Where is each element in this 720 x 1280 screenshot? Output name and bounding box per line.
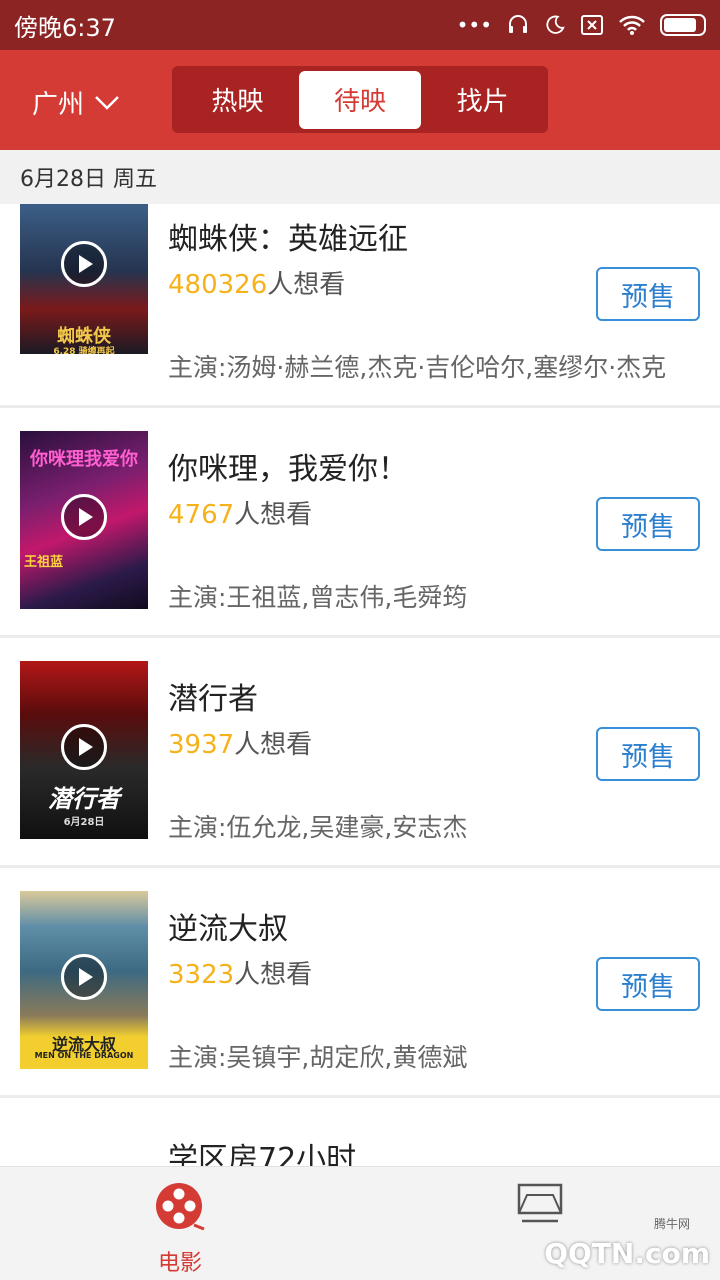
want-to-see: 480326人想看 <box>168 264 345 301</box>
movie-row[interactable]: 你咪理我爱你 王祖蓝 你咪理，我爱你！ 4767人想看 主演:王祖蓝,曾志伟,毛… <box>0 408 720 638</box>
play-icon[interactable] <box>61 954 107 1000</box>
movie-poster[interactable]: 你咪理我爱你 王祖蓝 <box>20 431 148 609</box>
poster-date-text: 王祖蓝 <box>24 555 64 570</box>
movie-cast: 主演:伍允龙,吴建豪,安志杰 <box>168 813 468 842</box>
want-suffix: 人想看 <box>234 960 313 990</box>
want-count: 3323 <box>168 960 235 990</box>
headset-icon <box>506 13 530 37</box>
more-dots-icon: ••• <box>456 13 492 37</box>
movie-cast: 主演:王祖蓝,曾志伟,毛舜筠 <box>168 583 468 612</box>
want-count: 3937 <box>168 730 235 760</box>
want-to-see: 4767人想看 <box>168 494 312 531</box>
presale-button[interactable]: 预售 <box>596 267 700 321</box>
want-suffix: 人想看 <box>234 500 313 530</box>
movie-row[interactable]: 潜行者 6月28日 潜行者 3937人想看 主演:伍允龙,吴建豪,安志杰 预售 <box>0 638 720 868</box>
want-count: 480326 <box>168 270 268 300</box>
city-label: 广州 <box>32 90 85 120</box>
tab-find-movie[interactable]: 找片 <box>421 71 544 129</box>
top-header: 广州 热映 待映 找片 <box>0 50 720 150</box>
presale-button[interactable]: 预售 <box>596 727 700 781</box>
status-bar: 傍晚6:37 ••• <box>0 0 720 50</box>
poster-title-text: 你咪理我爱你 <box>30 449 138 470</box>
status-time: 傍晚6:37 <box>14 13 116 42</box>
watermark-text: QQTN.com <box>544 1237 710 1270</box>
poster-title-text: 潜行者 <box>48 785 120 813</box>
poster-date-text: MEN ON THE DRAGON <box>34 1051 134 1060</box>
movie-row[interactable]: 蜘蛛侠 6.28 骑缠再起 蜘蛛侠：英雄远征 480326人想看 主演:汤姆·赫… <box>0 204 720 408</box>
tab-coming-soon[interactable]: 待映 <box>298 70 422 129</box>
presale-button[interactable]: 预售 <box>596 497 700 551</box>
play-icon[interactable] <box>61 724 107 770</box>
movie-cast: 主演:吴镇宇,胡定欣,黄德斌 <box>168 1043 468 1072</box>
poster-date-text: 6.28 骑缠再起 <box>53 347 115 354</box>
want-to-see: 3323人想看 <box>168 954 312 991</box>
segment-tabs: 热映 待映 找片 <box>172 66 548 133</box>
movie-row[interactable]: 逆流大叔 MEN ON THE DRAGON 逆流大叔 3323人想看 主演:吴… <box>0 868 720 1098</box>
tab-cinema[interactable] <box>516 1181 564 1229</box>
play-icon[interactable] <box>61 494 107 540</box>
watermark: 腾牛网 QQTN.com <box>544 1217 710 1270</box>
movie-title: 潜行者 <box>168 682 258 717</box>
no-sim-icon <box>580 14 604 36</box>
poster-date-text: 6月28日 <box>63 817 105 828</box>
want-suffix: 人想看 <box>234 730 313 760</box>
movie-title: 学区房72小时 <box>168 1142 357 1166</box>
movie-title: 逆流大叔 <box>168 912 288 947</box>
movie-cast: 主演:汤姆·赫兰德,杰克·吉伦哈尔,塞缪尔·杰克 <box>168 353 667 382</box>
movie-poster[interactable]: 蜘蛛侠 6.28 骑缠再起 <box>20 204 148 354</box>
battery-icon <box>660 14 706 36</box>
watermark-small: 腾牛网 <box>653 1217 690 1231</box>
play-icon[interactable] <box>61 241 107 287</box>
wifi-icon <box>618 14 646 36</box>
cinema-screen-icon <box>516 1181 564 1229</box>
want-count: 4767 <box>168 500 235 530</box>
want-suffix: 人想看 <box>267 270 346 300</box>
movie-poster[interactable]: 逆流大叔 MEN ON THE DRAGON <box>20 891 148 1069</box>
status-icons: ••• <box>457 13 706 37</box>
movie-title: 蜘蛛侠：英雄远征 <box>168 222 408 257</box>
want-to-see: 3937人想看 <box>168 724 312 761</box>
presale-button[interactable]: 预售 <box>596 957 700 1011</box>
city-selector[interactable]: 广州 <box>32 84 120 121</box>
movie-poster[interactable]: 潜行者 6月28日 <box>20 661 148 839</box>
movie-row[interactable]: 学区房72小时 <box>0 1098 720 1166</box>
movie-list[interactable]: 蜘蛛侠 6.28 骑缠再起 蜘蛛侠：英雄远征 480326人想看 主演:汤姆·赫… <box>0 204 720 1166</box>
chevron-down-icon <box>94 88 120 118</box>
movie-title: 你咪理，我爱你！ <box>168 452 408 487</box>
date-label: 6月28日 周五 <box>20 167 157 192</box>
bottom-tab-bar: 电影 腾牛网 QQTN.com <box>0 1166 720 1280</box>
film-reel-icon <box>154 1181 206 1237</box>
date-header: 6月28日 周五 <box>0 150 720 204</box>
tab-now-showing[interactable]: 热映 <box>176 71 299 129</box>
moon-icon <box>544 14 566 36</box>
tab-movies-label: 电影 <box>157 1251 202 1276</box>
tab-movies[interactable]: 电影 <box>154 1181 206 1277</box>
